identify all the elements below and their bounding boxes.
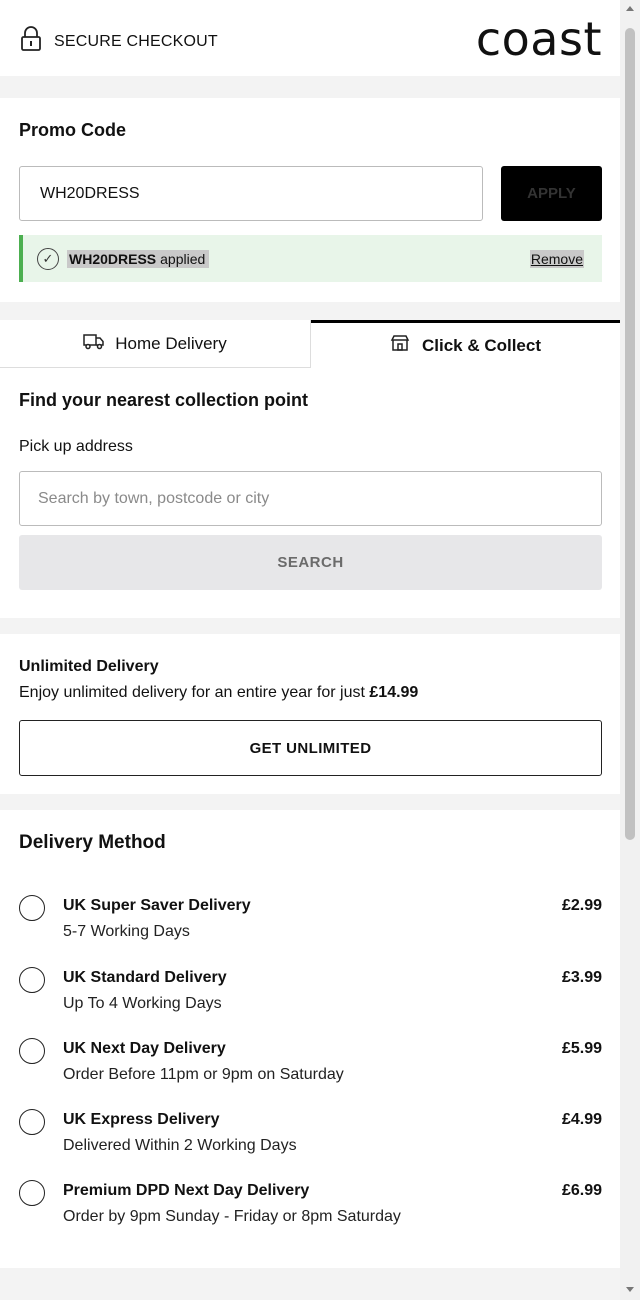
option-subtext: 5-7 Working Days [63, 923, 190, 940]
section-divider [0, 302, 620, 320]
delivery-tabs: Home Delivery Click & Collect [0, 320, 620, 368]
collection-section: Find your nearest collection point Pick … [0, 368, 620, 618]
option-name: UK Super Saver Delivery [63, 897, 251, 914]
tab-collect-label: Click & Collect [421, 335, 542, 355]
option-name: Premium DPD Next Day Delivery [63, 1182, 310, 1199]
scroll-up-icon[interactable] [626, 6, 634, 11]
delivery-option[interactable]: UK Next Day Delivery Order Before 11pm o… [19, 1038, 602, 1098]
promo-applied-banner: ✓ WH20DRESS applied Remove [19, 235, 602, 282]
brand-logo[interactable]: coast [476, 12, 602, 66]
option-name: UK Next Day Delivery [63, 1040, 226, 1057]
option-subtext: Delivered Within 2 Working Days [63, 1137, 297, 1154]
option-price: £5.99 [561, 1040, 602, 1057]
radio-button[interactable] [19, 1180, 45, 1206]
delivery-option[interactable]: Premium DPD Next Day Delivery Order by 9… [19, 1180, 602, 1240]
section-divider [0, 76, 620, 98]
unlimited-title: Unlimited Delivery [19, 658, 159, 675]
option-price: £2.99 [561, 897, 602, 914]
applied-text: applied [158, 249, 210, 268]
radio-button[interactable] [19, 967, 45, 993]
remove-promo-link[interactable]: Remove [529, 249, 584, 268]
radio-button[interactable] [19, 895, 45, 921]
section-divider [0, 1268, 620, 1300]
unlimited-price: £14.99 [369, 684, 419, 701]
unlimited-delivery-section: Unlimited Delivery Enjoy unlimited deliv… [0, 634, 620, 794]
delivery-option[interactable]: UK Express Delivery Delivered Within 2 W… [19, 1109, 602, 1169]
option-subtext: Order by 9pm Sunday - Friday or 8pm Satu… [63, 1208, 401, 1225]
option-subtext: Order Before 11pm or 9pm on Saturday [63, 1066, 344, 1083]
checkout-header: SECURE CHECKOUT coast [0, 0, 620, 76]
delivery-method-title: Delivery Method [19, 832, 166, 853]
option-price: £4.99 [561, 1111, 602, 1128]
delivery-method-section: Delivery Method UK Super Saver Delivery … [0, 810, 620, 1268]
promo-title: Promo Code [19, 120, 127, 140]
option-name: UK Express Delivery [63, 1111, 220, 1128]
search-button[interactable]: SEARCH [19, 535, 602, 590]
unlimited-desc-text: Enjoy unlimited delivery for an entire y… [19, 684, 370, 701]
option-price: £3.99 [561, 969, 602, 986]
pickup-search-input[interactable] [19, 471, 602, 526]
section-divider [0, 618, 620, 634]
radio-button[interactable] [19, 1038, 45, 1064]
applied-code: WH20DRESS [67, 249, 159, 268]
secure-checkout-label: SECURE CHECKOUT [54, 32, 218, 50]
section-divider [0, 794, 620, 810]
tab-click-collect[interactable]: Click & Collect [311, 320, 620, 368]
store-icon [390, 334, 410, 357]
pickup-address-label: Pick up address [19, 438, 133, 455]
tab-home-label: Home Delivery [115, 333, 227, 353]
radio-button[interactable] [19, 1109, 45, 1135]
option-subtext: Up To 4 Working Days [63, 995, 222, 1012]
lock-icon [20, 26, 42, 57]
collection-title: Find your nearest collection point [19, 390, 309, 410]
get-unlimited-button[interactable]: GET UNLIMITED [19, 720, 602, 776]
unlimited-description: Enjoy unlimited delivery for an entire y… [19, 684, 418, 702]
check-circle-icon: ✓ [37, 247, 59, 270]
truck-icon [83, 332, 105, 355]
apply-button[interactable]: APPLY [501, 166, 602, 221]
option-name: UK Standard Delivery [63, 969, 227, 986]
vertical-scrollbar[interactable] [620, 0, 640, 1300]
scroll-down-icon[interactable] [626, 1287, 634, 1292]
option-price: £6.99 [561, 1182, 602, 1199]
scrollbar-thumb[interactable] [625, 28, 635, 840]
secure-checkout: SECURE CHECKOUT [20, 26, 218, 57]
delivery-option[interactable]: UK Standard Delivery Up To 4 Working Day… [19, 967, 602, 1027]
promo-section: Promo Code APPLY ✓ WH20DRESS applied Rem… [0, 98, 620, 302]
delivery-option[interactable]: UK Super Saver Delivery 5-7 Working Days… [19, 895, 602, 955]
promo-code-input[interactable] [19, 166, 483, 221]
tab-home-delivery[interactable]: Home Delivery [0, 320, 311, 368]
